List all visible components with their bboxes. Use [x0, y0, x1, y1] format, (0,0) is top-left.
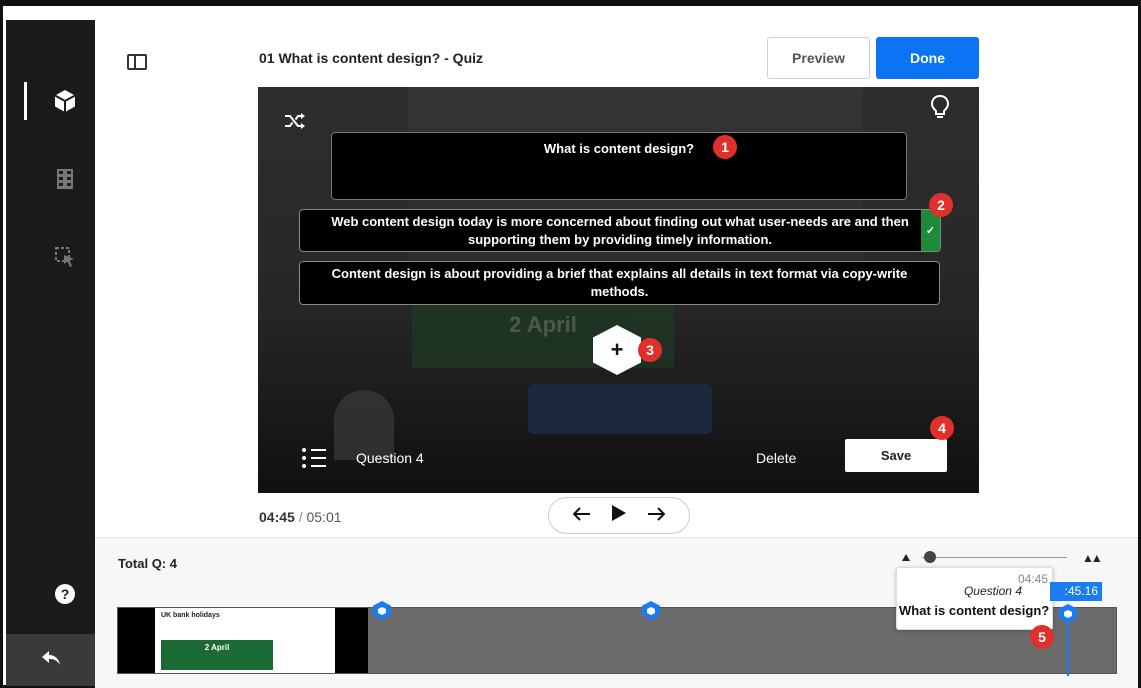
svg-text:?: ?: [61, 586, 70, 602]
answer-text: Web content design today is more concern…: [331, 213, 909, 247]
arrow-right-icon[interactable]: [647, 504, 666, 527]
done-button[interactable]: Done: [876, 37, 979, 79]
sidebar: ?: [6, 20, 95, 686]
background-video-button: [528, 384, 712, 434]
list-icon[interactable]: [301, 446, 327, 475]
answer-option[interactable]: Content design is about providing a brie…: [299, 261, 940, 305]
tooltip-question-number: Question 4: [963, 584, 1022, 598]
annotation-badge-2: 2: [929, 193, 953, 217]
tooltip-question-title: What is content design?: [899, 603, 1050, 618]
total-questions: Total Q: 4: [118, 556, 177, 571]
playhead[interactable]: [1067, 618, 1069, 676]
zoom-track: [922, 557, 1067, 558]
answer-option-correct[interactable]: Web content design today is more concern…: [299, 209, 941, 252]
sidebar-active-indicator: [24, 82, 27, 120]
marker-tooltip: 04:45 Question 4 What is content design?: [896, 567, 1053, 630]
zoom-in-icon[interactable]: ▲▲: [1082, 551, 1103, 565]
duration-time: 05:01: [306, 509, 342, 525]
playback-controls: [548, 497, 690, 534]
shuffle-icon[interactable]: [284, 112, 306, 135]
annotation-badge-4: 4: [930, 416, 954, 440]
cursor-select-icon[interactable]: [50, 242, 80, 272]
zoom-out-icon[interactable]: [902, 554, 910, 561]
save-button[interactable]: Save: [845, 439, 947, 472]
help-icon[interactable]: ?: [50, 579, 80, 609]
time-display: 04:45 / 05:01: [259, 509, 342, 525]
film-icon[interactable]: [50, 164, 80, 194]
play-icon[interactable]: [611, 504, 627, 528]
question-input[interactable]: What is content design?: [331, 132, 907, 200]
zoom-slider[interactable]: ▲▲: [902, 551, 1107, 565]
preview-button[interactable]: Preview: [767, 37, 870, 79]
thumbnail-title: UK bank holidays: [161, 612, 220, 619]
delete-button[interactable]: Delete: [756, 450, 796, 466]
time-separator: /: [298, 509, 303, 525]
question-number-label: Question 4: [356, 450, 424, 466]
back-button[interactable]: [6, 634, 95, 686]
tooltip-time: 04:45: [1017, 572, 1048, 586]
thumbnail-banner: 2 April: [161, 640, 273, 670]
annotation-badge-1: 1: [713, 135, 737, 159]
annotation-badge-3: 3: [638, 338, 662, 362]
panel-toggle-icon[interactable]: [127, 54, 147, 70]
playhead-time-label: :45.16: [1050, 582, 1102, 601]
plus-icon: +: [610, 337, 624, 362]
cube-icon[interactable]: [50, 86, 80, 116]
page-title: 01 What is content design? - Quiz: [259, 50, 484, 66]
zoom-handle[interactable]: [924, 551, 936, 563]
annotation-badge-5: 5: [1030, 625, 1054, 649]
current-time: 04:45: [259, 509, 295, 525]
answer-text: Content design is about providing a brie…: [331, 266, 908, 299]
thumbnail-page: UK bank holidays 2 April: [155, 608, 335, 673]
question-text: What is content design?: [543, 141, 695, 156]
back-icon: [41, 650, 61, 671]
arrow-left-icon[interactable]: [572, 504, 591, 527]
lightbulb-icon[interactable]: [930, 94, 950, 125]
